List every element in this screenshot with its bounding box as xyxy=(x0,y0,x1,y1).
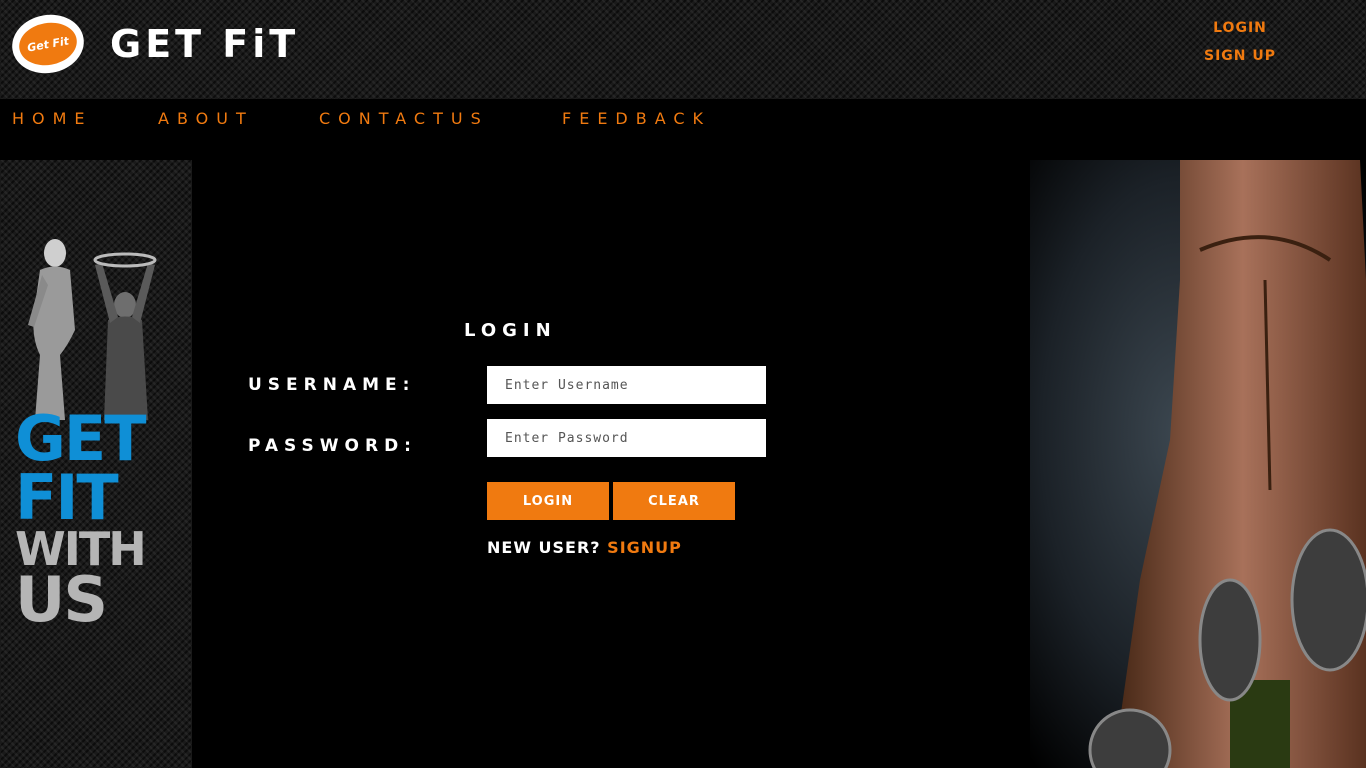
logo[interactable]: Get Fit xyxy=(7,9,89,79)
login-title: LOGIN xyxy=(464,320,557,341)
password-input[interactable] xyxy=(487,419,766,457)
new-user-prompt: NEW USER? SIGNUP xyxy=(487,538,682,557)
banner-line-us: US xyxy=(15,563,108,637)
username-label: USERNAME: xyxy=(248,375,416,395)
brand-title: GET FiT xyxy=(110,22,300,66)
auth-links: LOGIN SIGN UP xyxy=(1190,20,1290,76)
header-signup-link[interactable]: SIGN UP xyxy=(1190,48,1290,64)
main-nav: HOME ABOUT CONTACTUS FEEDBACK xyxy=(0,99,1366,160)
hero-bodybuilder-image xyxy=(1030,160,1366,768)
nav-item-home[interactable]: HOME xyxy=(12,109,93,128)
side-banner: GET FIT WITH US xyxy=(0,160,192,768)
header-login-link[interactable]: LOGIN xyxy=(1190,20,1290,36)
site-header: Get Fit GET FiT LOGIN SIGN UP xyxy=(0,0,1366,99)
logo-text: Get Fit xyxy=(15,18,81,70)
username-input[interactable] xyxy=(487,366,766,404)
banner-line-fit: FIT xyxy=(15,460,119,534)
banner-slogan: GET FIT WITH US xyxy=(15,408,147,637)
nav-item-contactus[interactable]: CONTACTUS xyxy=(319,109,489,128)
nav-item-about[interactable]: ABOUT xyxy=(158,109,254,128)
nav-item-feedback[interactable]: FEEDBACK xyxy=(562,109,711,128)
clear-button[interactable]: CLEAR xyxy=(613,482,735,520)
new-user-text: NEW USER? xyxy=(487,538,601,557)
login-button[interactable]: LOGIN xyxy=(487,482,609,520)
signup-link[interactable]: SIGNUP xyxy=(607,538,682,557)
fitness-figures-image xyxy=(28,239,157,420)
password-label: PASSWORD: xyxy=(248,436,417,456)
